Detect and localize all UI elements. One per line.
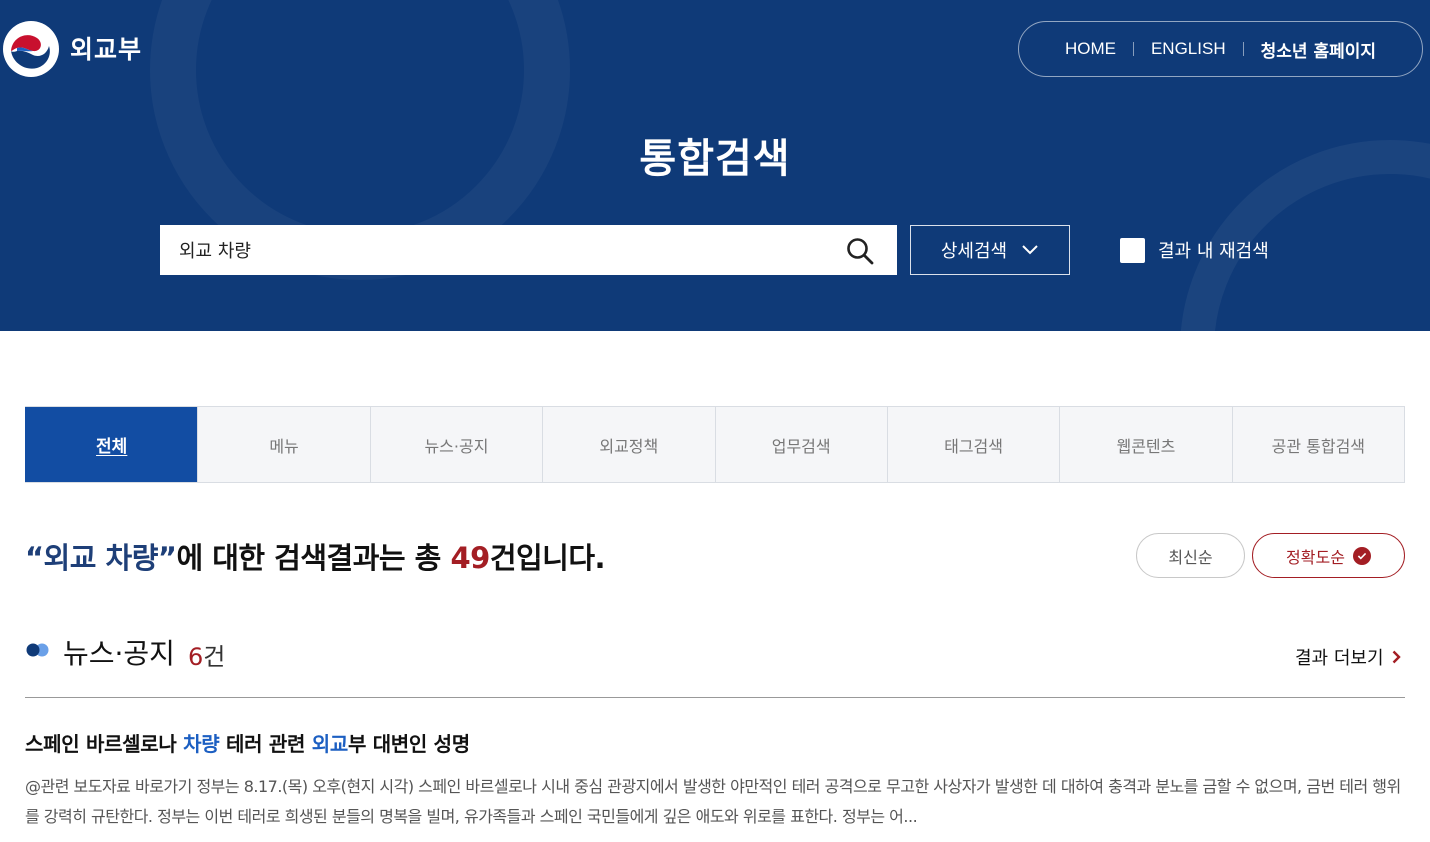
chevron-right-icon [1392,650,1401,664]
search-icon [847,238,874,265]
nav-english-link[interactable]: ENGLISH [1151,39,1226,59]
summary-text: 에 대한 검색결과는 총 [176,541,451,575]
tab-work-search[interactable]: 업무검색 [714,407,887,482]
nav-divider [1132,42,1134,56]
search-bar [160,225,897,275]
summary-keyword: “외교 차량” [25,541,177,575]
result-item-description: @관련 보도자료 바로가기 정부는 8.17.(목) 오후(현지 시각) 스페인… [25,777,1401,826]
section-bullet-icon [26,643,49,657]
header-banner: 외교부 HOME ENGLISH 청소년 홈페이지 통합검색 상세검색 결과 내… [0,0,1430,331]
result-summary: “외교 차량”에 대한 검색결과는 총 49건입니다. [25,535,606,577]
research-within-results-checkbox[interactable]: 결과 내 재검색 [1120,237,1269,263]
more-results-link[interactable]: 결과 더보기 [1295,644,1401,670]
tab-all[interactable]: 전체 [25,407,198,482]
tab-web-contents[interactable]: 웹콘텐츠 [1059,407,1232,482]
nav-divider [1242,42,1244,56]
checkbox-square[interactable] [1120,237,1145,263]
research-label: 결과 내 재검색 [1158,241,1269,262]
top-navigation: HOME ENGLISH 청소년 홈페이지 [1018,21,1423,77]
chevron-down-icon [1022,245,1038,255]
sort-recent-button[interactable]: 최신순 [1136,533,1245,578]
tab-mission-search[interactable]: 공관 통합검색 [1231,407,1404,482]
tab-foreign-policy[interactable]: 외교정책 [542,407,715,482]
search-button[interactable] [845,236,875,266]
nav-youth-link[interactable]: 청소년 홈페이지 [1261,37,1376,62]
result-item-title[interactable]: 스페인 바르셀로나 차량 테러 관련 외교부 대변인 성명 [25,728,470,757]
category-tabs: 전체 메뉴 뉴스·공지 외교정책 업무검색 태그검색 웹콘텐츠 공관 통합검색 [25,406,1405,483]
search-input[interactable] [160,225,820,275]
section-title: 뉴스·공지 [63,637,175,670]
taegeuk-logo-icon[interactable] [3,21,59,77]
check-circle-icon [1352,546,1371,565]
advanced-search-label: 상세검색 [940,241,1008,262]
section-divider [25,697,1405,698]
sort-accuracy-button[interactable]: 정확도순 [1252,533,1405,578]
page-title: 통합검색 [639,136,791,182]
logo-text[interactable]: 외교부 [70,30,142,66]
advanced-search-button[interactable]: 상세검색 [910,225,1070,275]
tab-menu[interactable]: 메뉴 [197,407,370,482]
nav-home-link[interactable]: HOME [1065,39,1116,59]
tab-news-notice[interactable]: 뉴스·공지 [369,407,543,482]
summary-count: 49 [450,541,490,575]
tab-tag-search[interactable]: 태그검색 [886,407,1060,482]
summary-suffix: 건입니다. [489,541,606,575]
section-count: 6건 [188,643,226,671]
